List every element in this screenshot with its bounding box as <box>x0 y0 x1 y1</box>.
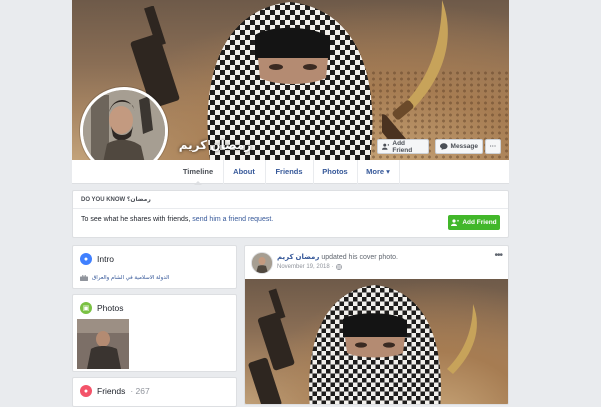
friends-count: · 267 <box>130 386 150 396</box>
more-options-button[interactable]: ··· <box>485 139 501 154</box>
intro-item[interactable]: الدولة الاسلامية في الشام والعراق <box>80 275 169 281</box>
tab-divider <box>399 160 400 184</box>
friends-title[interactable]: Friends <box>97 386 125 396</box>
add-friend-icon <box>382 143 390 150</box>
dagger-graphic <box>382 0 448 150</box>
profile-name: رمضان كريم <box>178 138 252 152</box>
post-author[interactable]: رمضان كريم <box>277 254 319 261</box>
cover-person-graphic <box>207 2 373 160</box>
tab-photos[interactable]: Photos <box>314 160 356 184</box>
briefcase-icon <box>80 275 88 281</box>
timeline-post: رمضان كريم updated his cover photo. Nove… <box>244 245 509 405</box>
photos-icon: ▣ <box>80 302 92 314</box>
post-header-text: رمضان كريم updated his cover photo. <box>277 253 398 261</box>
add-friend-icon <box>451 219 460 226</box>
friends-card: ● Friends · 267 <box>72 377 237 407</box>
add-friend-green-button[interactable]: Add Friend <box>448 215 500 230</box>
post-action: updated his cover photo. <box>321 254 398 261</box>
friends-icon: ● <box>80 385 92 397</box>
profile-tabs: Timeline About Friends Photos More ▾ <box>72 160 509 185</box>
intro-header: ● Intro <box>80 253 114 265</box>
tab-timeline[interactable]: Timeline <box>174 160 222 185</box>
photos-card: ▣ Photos <box>72 294 237 372</box>
tab-friends[interactable]: Friends <box>266 160 312 184</box>
add-friend-button[interactable]: Add Friend <box>377 139 429 154</box>
message-button[interactable]: Message <box>435 139 483 154</box>
do-you-know-card: DO YOU KNOW رمضان؟ To see what he shares… <box>72 190 509 238</box>
globe-icon: ● <box>80 253 92 265</box>
friends-header: ● Friends · 267 <box>80 385 150 397</box>
photos-header: ▣ Photos <box>80 302 123 314</box>
post-avatar[interactable] <box>251 252 273 274</box>
intro-title: Intro <box>97 254 115 264</box>
tab-more[interactable]: More ▾ <box>358 160 398 184</box>
friend-request-link[interactable]: send him a friend request. <box>192 216 273 223</box>
do-you-know-heading: DO YOU KNOW رمضان؟ <box>73 191 508 209</box>
post-avatar-image <box>252 253 272 273</box>
intro-item-label: الدولة الاسلامية في الشام والعراق <box>92 275 170 281</box>
post-cover-image[interactable] <box>245 279 508 404</box>
do-you-know-text: To see what he shares with friends, send… <box>81 216 273 223</box>
tab-about[interactable]: About <box>224 160 264 184</box>
do-you-know-message: To see what he shares with friends, <box>81 216 191 223</box>
post-meta: November 19, 2018 · <box>277 264 343 270</box>
intro-card: ● Intro الدولة الاسلامية في الشام والعرا… <box>72 245 237 289</box>
post-date[interactable]: November 19, 2018 · <box>277 264 333 270</box>
message-label: Message <box>450 143 478 150</box>
post-menu-button[interactable]: ••• <box>494 250 502 261</box>
messenger-icon <box>440 143 448 150</box>
photo-thumbnail[interactable] <box>77 319 129 369</box>
add-friend-green-label: Add Friend <box>462 219 497 226</box>
more-options-label: ··· <box>489 143 497 150</box>
add-friend-label: Add Friend <box>392 139 413 154</box>
photos-title[interactable]: Photos <box>97 303 123 313</box>
photo-thumbnail-image <box>77 319 129 369</box>
profile-page: رمضان كريم Add Friend Message ··· Timeli… <box>72 0 509 407</box>
globe-privacy-icon <box>336 264 343 270</box>
post-cover-image-graphic <box>248 285 477 404</box>
